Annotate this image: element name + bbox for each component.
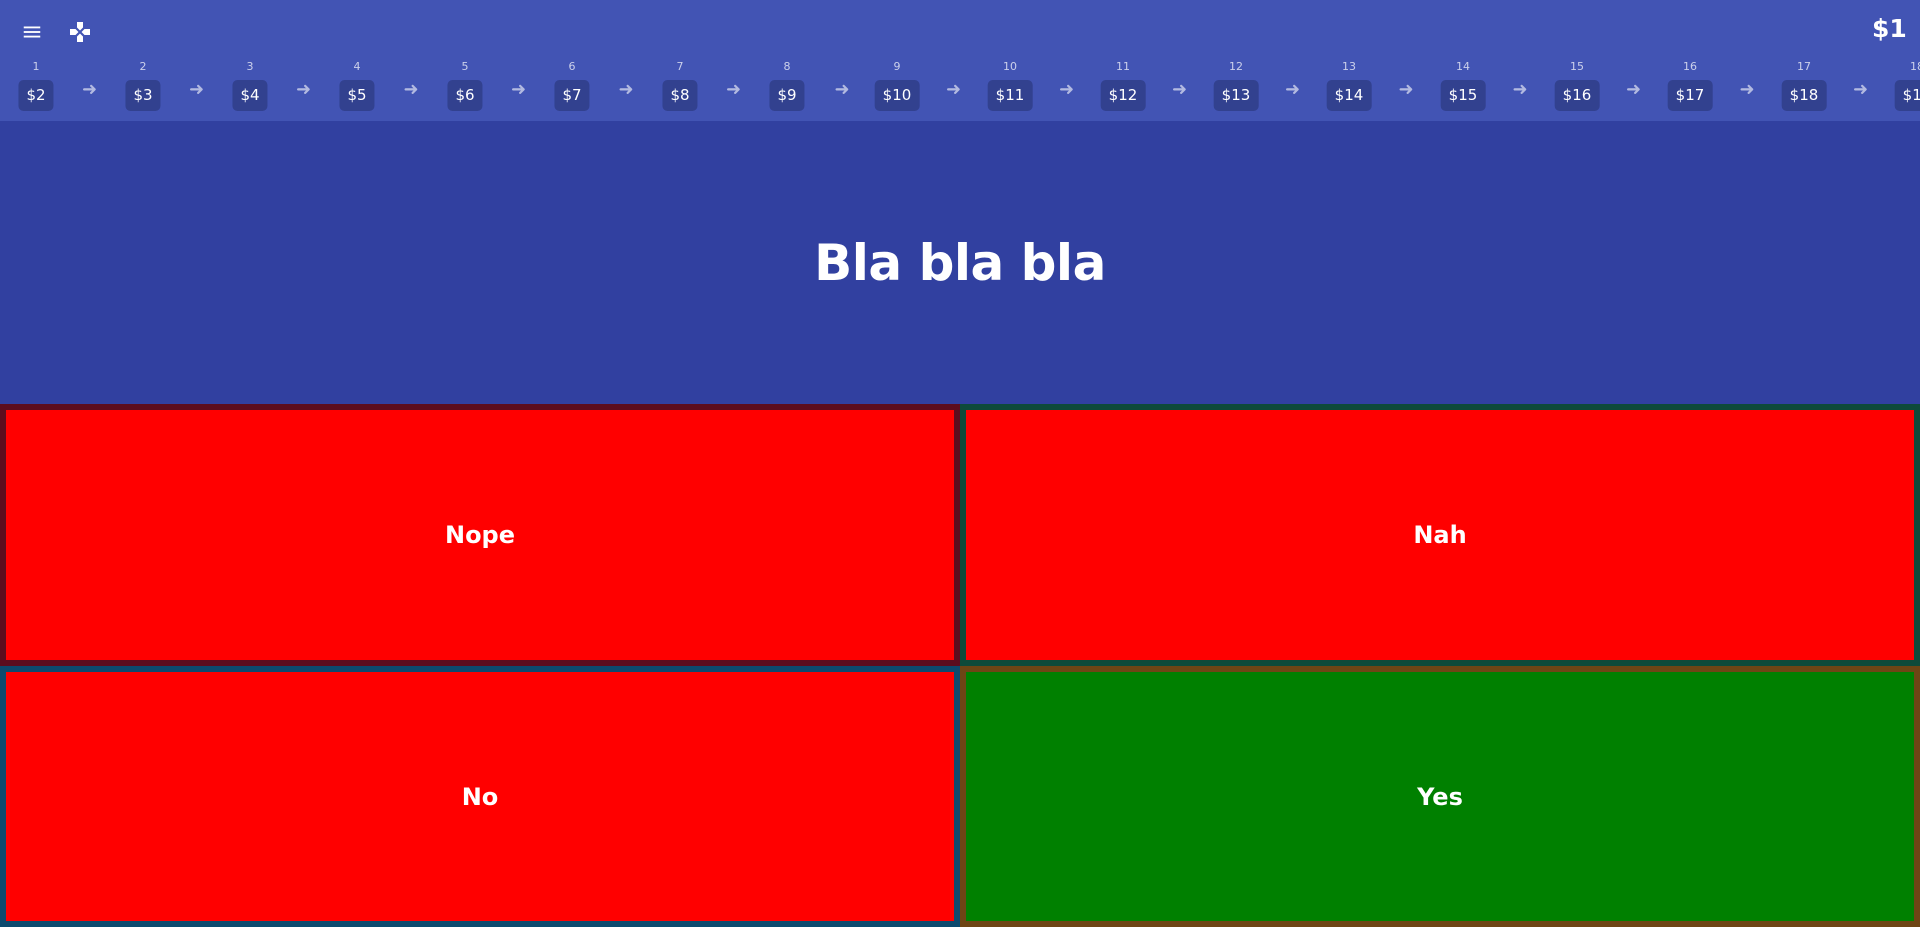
arrow-right-icon: ➜	[1284, 79, 1301, 100]
ladder-step-number: 12	[1228, 60, 1243, 73]
arrow-right-icon: ➜	[834, 79, 850, 100]
prize-ladder: 1 $2 ➜ 2 $3 ➜ 3 $4 ➜ 4 $5 ➜ 5 $6 ➜ 6 $7 ➜ 7 $8 ➜ 8 $9 ➜ 9 $10 ➜ 10 $…	[0, 60, 1920, 116]
ladder-step-number: 17	[1796, 60, 1811, 73]
answer-label: Nope	[444, 521, 516, 549]
ladder-prize-amount[interactable]: $18	[1781, 80, 1827, 111]
ladder-prize-amount[interactable]: $12	[1100, 80, 1146, 111]
ladder-rung-5: 5 $6	[447, 60, 483, 111]
ladder-step-number: 2	[139, 60, 147, 73]
ladder-rung-11: 11 $12	[1100, 60, 1146, 111]
ladder-step-number: 6	[568, 60, 576, 73]
arrow-right-icon: ➜	[1398, 79, 1414, 100]
arrow-right-icon: ➜	[1058, 79, 1075, 100]
ladder-step-number: 3	[246, 60, 254, 73]
arrow-right-icon: ➜	[1512, 79, 1528, 100]
arrow-right-icon: ➜	[510, 79, 527, 100]
arrow-right-icon: ➜	[403, 79, 419, 100]
ladder-rung-10: 10 $11	[987, 60, 1033, 111]
ladder-prize-amount[interactable]: $10	[874, 80, 920, 111]
ladder-step-number: 8	[783, 60, 791, 73]
ladder-step-number: 5	[461, 60, 469, 73]
menu-button[interactable]	[13, 13, 51, 51]
ladder-prize-amount[interactable]: $8	[662, 80, 698, 111]
ladder-prize-amount[interactable]: $7	[554, 80, 590, 111]
menu-icon	[23, 26, 41, 38]
ladder-rung-16: 16 $17	[1667, 60, 1713, 111]
ladder-rung-17: 17 $18	[1781, 60, 1827, 111]
answer-label: No	[461, 782, 499, 811]
answer-button-d[interactable]: Yes	[960, 666, 1920, 927]
ladder-step-number: 11	[1115, 60, 1130, 73]
ladder-prize-amount[interactable]: $15	[1440, 80, 1486, 111]
ladder-prize-amount[interactable]: $14	[1326, 80, 1372, 111]
ladder-rung-14: 14 $15	[1440, 60, 1486, 111]
top-bar: $1 1 $2 ➜ 2 $3 ➜ 3 $4 ➜ 4 $5 ➜ 5 $6 ➜ 6 $7 ➜ 7 $8 ➜ 8 $9 ➜ 9 $10 ➜…	[0, 0, 1920, 121]
ladder-rung-4: 4 $5	[339, 60, 375, 111]
current-score: $1	[1872, 14, 1907, 43]
ladder-step-number: 10	[1002, 60, 1017, 73]
ladder-prize-amount[interactable]: $19	[1894, 80, 1920, 111]
arrow-right-icon: ➜	[1625, 79, 1642, 100]
ladder-rung-15: 15 $16	[1554, 60, 1600, 111]
answer-button-c[interactable]: No	[0, 666, 960, 927]
ladder-step-number: 13	[1341, 60, 1356, 73]
arrow-right-icon: ➜	[618, 79, 634, 100]
ladder-step-number: 4	[353, 60, 361, 73]
answer-label: Nah	[1413, 521, 1467, 549]
ladder-rung-6: 6 $7	[554, 60, 590, 111]
game-button[interactable]	[61, 13, 99, 51]
ladder-prize-amount[interactable]: $16	[1554, 80, 1600, 111]
ladder-prize-amount[interactable]: $5	[339, 80, 375, 111]
ladder-step-number: 18	[1909, 60, 1920, 73]
ladder-rung-1: 1 $2	[18, 60, 54, 111]
ladder-rung-18: 18 $19	[1894, 60, 1920, 111]
answer-label: Yes	[1417, 782, 1463, 811]
arrow-right-icon: ➜	[945, 79, 962, 100]
ladder-rung-13: 13 $14	[1326, 60, 1372, 111]
ladder-prize-amount[interactable]: $6	[447, 80, 483, 111]
ladder-step-number: 9	[893, 60, 901, 73]
ladder-prize-amount[interactable]: $2	[18, 80, 54, 111]
arrow-right-icon: ➜	[81, 79, 98, 100]
ladder-rung-12: 12 $13	[1213, 60, 1259, 111]
arrow-right-icon: ➜	[725, 79, 742, 100]
ladder-prize-amount[interactable]: $4	[232, 80, 268, 111]
ladder-prize-amount[interactable]: $9	[769, 80, 805, 111]
ladder-prize-amount[interactable]: $17	[1667, 80, 1713, 111]
ladder-step-number: 7	[676, 60, 684, 73]
arrow-right-icon: ➜	[1739, 79, 1755, 100]
arrow-right-icon: ➜	[188, 79, 205, 100]
gamepad-icon	[70, 22, 90, 42]
question-text: Bla bla bla	[814, 233, 1106, 292]
arrow-right-icon: ➜	[1171, 79, 1188, 100]
ladder-step-number: 1	[32, 60, 40, 73]
arrow-right-icon: ➜	[1852, 79, 1869, 100]
ladder-prize-amount[interactable]: $13	[1213, 80, 1259, 111]
ladder-rung-8: 8 $9	[769, 60, 805, 111]
ladder-prize-amount[interactable]: $3	[125, 80, 161, 111]
arrow-right-icon: ➜	[295, 79, 312, 100]
ladder-rung-9: 9 $10	[874, 60, 920, 111]
answer-button-a[interactable]: Nope	[0, 404, 960, 666]
ladder-rung-7: 7 $8	[662, 60, 698, 111]
ladder-step-number: 16	[1682, 60, 1697, 73]
ladder-rung-3: 3 $4	[232, 60, 268, 111]
ladder-step-number: 14	[1455, 60, 1470, 73]
ladder-step-number: 15	[1569, 60, 1584, 73]
ladder-prize-amount[interactable]: $11	[987, 80, 1033, 111]
answer-button-b[interactable]: Nah	[960, 404, 1920, 666]
ladder-rung-2: 2 $3	[125, 60, 161, 111]
